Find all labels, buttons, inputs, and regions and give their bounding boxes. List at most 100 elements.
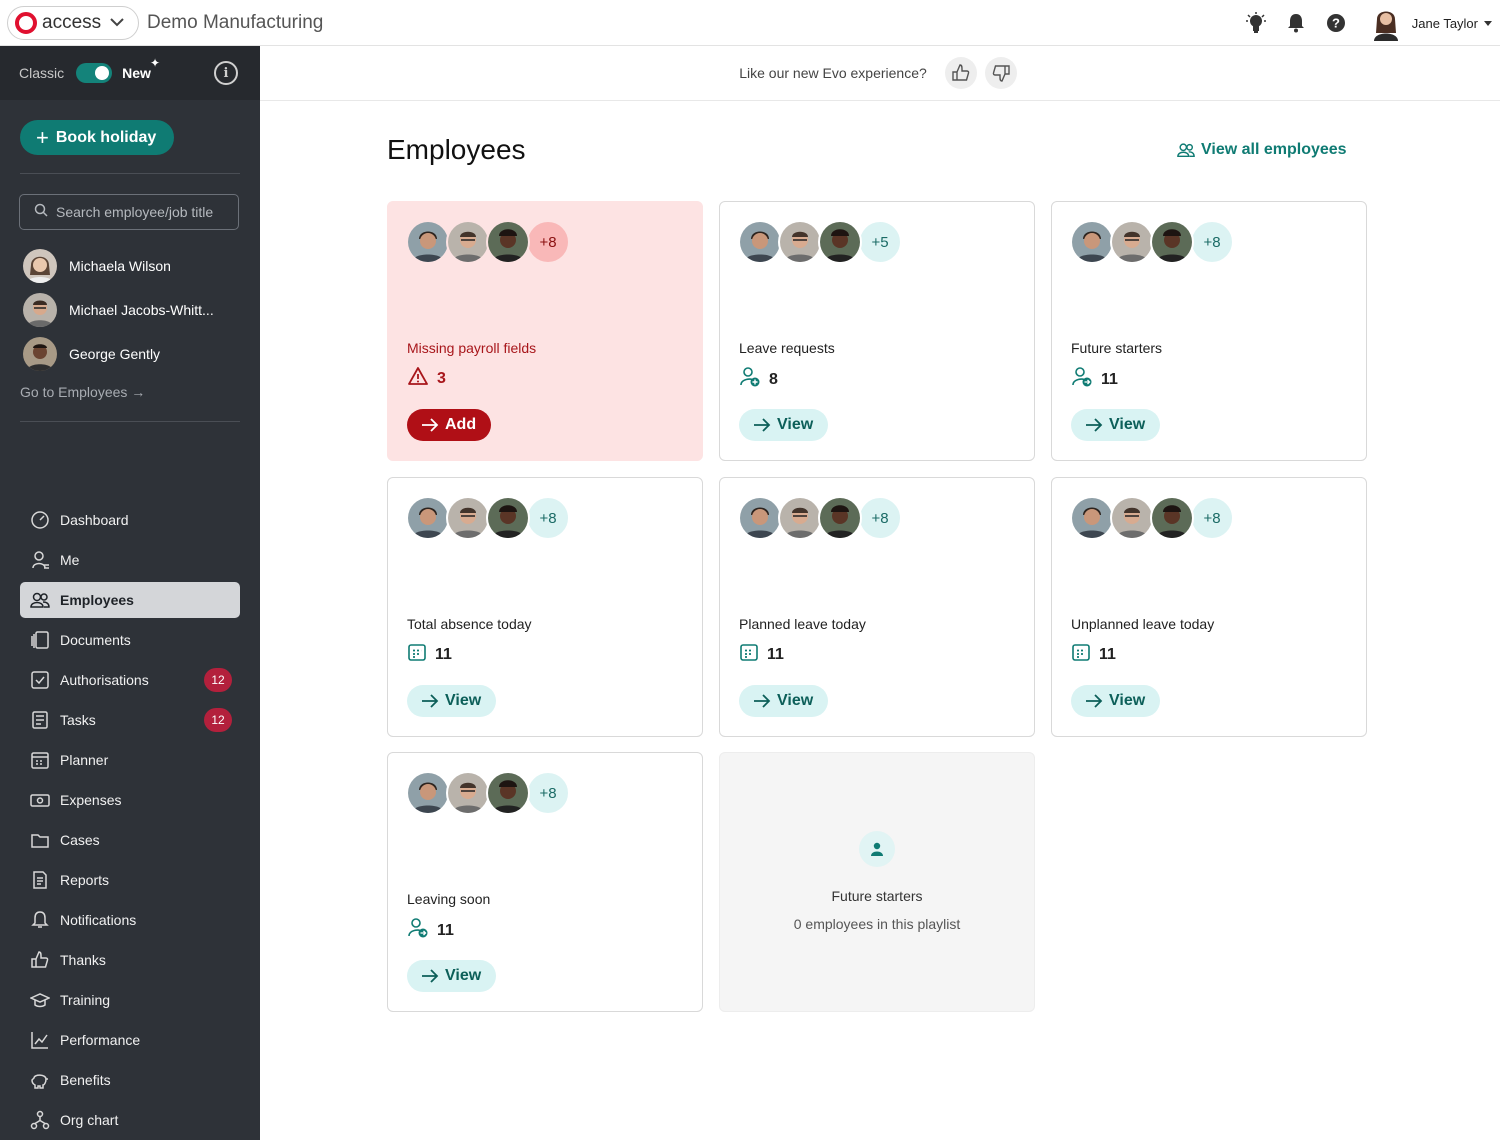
sidebar-item-benefits[interactable]: Benefits	[20, 1062, 240, 1098]
sidebar-item-documents[interactable]: Documents	[20, 622, 240, 658]
sidebar-item-notifications[interactable]: Notifications	[20, 902, 240, 938]
add-button[interactable]: Add	[407, 409, 492, 441]
experience-toggle[interactable]	[76, 63, 113, 83]
avatar	[738, 220, 782, 264]
toggle-new-label: New	[122, 65, 151, 81]
view-all-employees-link[interactable]: View all employees	[1177, 141, 1347, 159]
sidebar-item-label: Thanks	[60, 952, 106, 968]
view-button[interactable]: View	[739, 409, 829, 441]
recent-employee-name: George Gently	[69, 346, 161, 362]
calendar-icon	[407, 642, 427, 667]
arrow-right-icon	[422, 694, 439, 708]
button-label: View	[777, 416, 814, 433]
sidebar-item-employees[interactable]: Employees	[20, 582, 240, 618]
sidebar-item-label: Org chart	[60, 1112, 119, 1128]
person-icon	[30, 550, 50, 570]
access-logo-icon	[15, 11, 37, 34]
avatar-group: +8	[1070, 496, 1234, 542]
view-button[interactable]: View	[1071, 685, 1161, 717]
arrow-right-icon	[754, 694, 771, 708]
more-count: +8	[858, 496, 902, 540]
brand-name: access	[42, 11, 102, 33]
more-count: +8	[1190, 496, 1234, 540]
sidebar-item-label: Tasks	[60, 712, 96, 728]
avatar-group: +5	[738, 220, 902, 266]
divider	[20, 173, 240, 174]
sidebar-item-label: Documents	[60, 632, 131, 648]
bell-icon[interactable]	[1276, 3, 1316, 43]
recent-employee[interactable]: George Gently	[23, 337, 160, 371]
count-value: 8	[769, 370, 778, 388]
avatar-group: +8	[738, 496, 902, 542]
folder-icon	[30, 830, 50, 850]
count-value: 11	[435, 645, 452, 663]
chart-line-icon	[30, 1030, 50, 1050]
sidebar-item-tasks[interactable]: Tasks 12	[20, 702, 240, 738]
count-value: 3	[437, 369, 446, 387]
employee-playlist-card: +8 Total absence today 11 View	[387, 477, 703, 737]
sidebar-item-me[interactable]: Me	[20, 542, 240, 578]
sidebar-item-org-chart[interactable]: Org chart	[20, 1102, 240, 1138]
card-count: 11	[407, 642, 452, 667]
count-badge: 12	[204, 708, 232, 732]
page-title: Employees	[387, 134, 526, 165]
calendar-icon	[30, 750, 50, 770]
view-button[interactable]: View	[407, 960, 497, 992]
view-button[interactable]: View	[1071, 409, 1161, 441]
count-value: 11	[767, 645, 784, 663]
avatar	[486, 496, 530, 540]
avatar	[406, 771, 450, 815]
card-title: Planned leave today	[739, 616, 866, 632]
card-title: Total absence today	[407, 616, 532, 632]
sidebar-item-dashboard[interactable]: Dashboard	[20, 502, 240, 538]
card-title: Future starters	[1071, 340, 1163, 356]
sidebar-item-label: Me	[60, 552, 80, 568]
go-to-employees-link[interactable]: Go to Employees →	[20, 384, 145, 400]
avatar	[818, 496, 862, 540]
thumbs-down-button[interactable]	[984, 57, 1017, 89]
caret-down-icon[interactable]	[1484, 20, 1492, 26]
product-switcher[interactable]: access	[7, 5, 139, 40]
avatar	[23, 293, 57, 327]
sidebar-item-label: Authorisations	[60, 672, 149, 688]
sidebar-item-label: Employees	[60, 592, 134, 608]
book-holiday-label: Book holiday	[55, 128, 157, 146]
sidebar-item-expenses[interactable]: Expenses	[20, 782, 240, 818]
avatar	[1150, 496, 1194, 540]
avatar-group: +8	[1070, 220, 1234, 266]
sidebar-item-planner[interactable]: Planner	[20, 742, 240, 778]
tasks-icon	[30, 710, 50, 730]
money-icon	[30, 790, 50, 810]
sidebar-item-label: Training	[60, 992, 111, 1008]
search-placeholder: Search employee/job title	[56, 204, 214, 220]
employee-playlist-card: +8 Unplanned leave today 11 View	[1051, 477, 1367, 737]
sidebar-item-reports[interactable]: Reports	[20, 862, 240, 898]
help-icon[interactable]: ?	[1316, 3, 1356, 43]
person-icon	[859, 831, 895, 867]
plus-icon: +	[36, 124, 49, 150]
lightbulb-icon[interactable]	[1236, 3, 1276, 43]
sidebar-item-performance[interactable]: Performance	[20, 1022, 240, 1058]
card-count: 8	[739, 366, 778, 393]
search-input[interactable]: Search employee/job title	[19, 194, 239, 230]
button-label: View	[777, 692, 814, 709]
sidebar-item-training[interactable]: Training	[20, 982, 240, 1018]
sidebar: Classic New ✦ i + Book holiday Search em…	[0, 46, 260, 1140]
view-button[interactable]: View	[739, 685, 829, 717]
card-title: Leaving soon	[407, 891, 491, 907]
user-name[interactable]: Jane Taylor	[1412, 16, 1478, 31]
thumbs-up-button[interactable]	[944, 57, 977, 89]
thumbs-up-icon	[30, 950, 50, 970]
book-holiday-button[interactable]: + Book holiday	[20, 120, 174, 155]
thumbs-up-icon	[952, 64, 970, 81]
view-button[interactable]: View	[407, 685, 497, 717]
avatar[interactable]	[1372, 5, 1400, 41]
sidebar-item-cases[interactable]: Cases	[20, 822, 240, 858]
info-icon[interactable]: i	[214, 61, 238, 85]
sidebar-item-thanks[interactable]: Thanks	[20, 942, 240, 978]
view-all-label: View all employees	[1201, 141, 1347, 158]
card-count: 11	[739, 642, 784, 667]
sidebar-item-authorisations[interactable]: Authorisations 12	[20, 662, 240, 698]
recent-employee[interactable]: Michaela Wilson	[23, 249, 171, 283]
recent-employee[interactable]: Michael Jacobs-Whitt...	[23, 293, 214, 327]
